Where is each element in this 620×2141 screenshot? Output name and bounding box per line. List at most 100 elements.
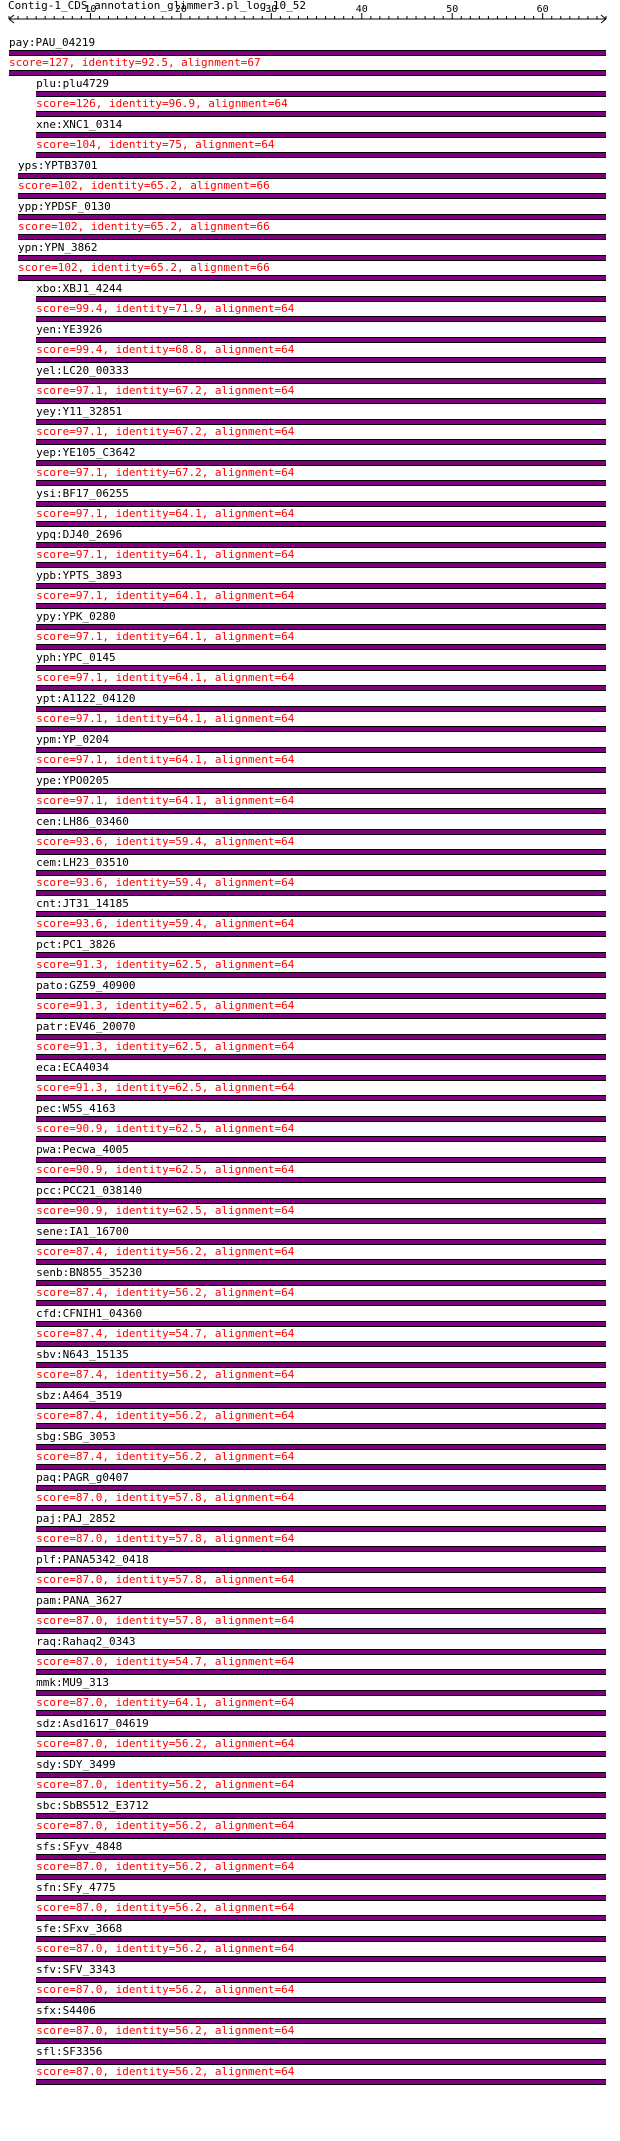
hit-name: sfs:SFyv_4848 xyxy=(36,1840,123,1853)
hit-score-text: score=97.1, identity=67.2, alignment=64 xyxy=(36,384,295,397)
hit-bar-lower[interactable] xyxy=(36,1095,606,1101)
hit-name: sdy:SDY_3499 xyxy=(36,1758,116,1771)
hit-bar-lower[interactable] xyxy=(36,1956,606,1962)
hit-score-text: score=87.4, identity=56.2, alignment=64 xyxy=(36,1245,295,1258)
hit-score-text: score=97.1, identity=64.1, alignment=64 xyxy=(36,507,295,520)
hit-bar-lower[interactable] xyxy=(36,2079,606,2085)
hit-name: ypm:YP_0204 xyxy=(36,733,109,746)
hit-bar-lower[interactable] xyxy=(36,1423,606,1429)
hit-bar-lower[interactable] xyxy=(36,111,606,117)
hit-bar-lower[interactable] xyxy=(36,1546,606,1552)
hit-bar-lower[interactable] xyxy=(36,439,606,445)
hit-bar-lower[interactable] xyxy=(36,972,606,978)
hit-bar-lower[interactable] xyxy=(36,603,606,609)
hit-score-text: score=87.0, identity=57.8, alignment=64 xyxy=(36,1614,295,1627)
hit-bar-lower[interactable] xyxy=(36,2038,606,2044)
hit-bar-lower[interactable] xyxy=(36,1792,606,1798)
hit-bar-lower[interactable] xyxy=(36,152,606,158)
hit-name: sbv:N643_15135 xyxy=(36,1348,129,1361)
hit-name: xbo:XBJ1_4244 xyxy=(36,282,123,295)
hit-bar-lower[interactable] xyxy=(36,1300,606,1306)
hit-score-text: score=87.0, identity=56.2, alignment=64 xyxy=(36,1819,295,1832)
hit-bar-lower[interactable] xyxy=(36,1628,606,1634)
hit-score-text: score=90.9, identity=62.5, alignment=64 xyxy=(36,1163,295,1176)
hit-bar-lower[interactable] xyxy=(36,1136,606,1142)
hit-score-text: score=87.4, identity=56.2, alignment=64 xyxy=(36,1286,295,1299)
hit-score-text: score=104, identity=75, alignment=64 xyxy=(36,138,275,151)
hit-bar-lower[interactable] xyxy=(36,1505,606,1511)
hit-bar-lower[interactable] xyxy=(36,1218,606,1224)
hit-bar-lower[interactable] xyxy=(36,931,606,937)
hit-bar-lower[interactable] xyxy=(36,1874,606,1880)
hit-score-text: score=87.0, identity=56.2, alignment=64 xyxy=(36,2024,295,2037)
hit-bar-lower[interactable] xyxy=(36,849,606,855)
hit-name: sbg:SBG_3053 xyxy=(36,1430,116,1443)
hit-score-text: score=97.1, identity=64.1, alignment=64 xyxy=(36,630,295,643)
hit-name: yey:Y11_32851 xyxy=(36,405,123,418)
hit-score-text: score=93.6, identity=59.4, alignment=64 xyxy=(36,876,295,889)
hit-name: raq:Rahaq2_0343 xyxy=(36,1635,136,1648)
hit-score-text: score=97.1, identity=64.1, alignment=64 xyxy=(36,712,295,725)
hit-bar-lower[interactable] xyxy=(36,1382,606,1388)
hit-name: patr:EV46_20070 xyxy=(36,1020,136,1033)
hit-bar-lower[interactable] xyxy=(18,193,606,199)
hit-bar-lower[interactable] xyxy=(36,1587,606,1593)
hit-bar-lower[interactable] xyxy=(36,726,606,732)
hit-bar-lower[interactable] xyxy=(36,808,606,814)
hit-bar-lower[interactable] xyxy=(36,1833,606,1839)
hit-bar-lower[interactable] xyxy=(36,1054,606,1060)
hit-bar-lower[interactable] xyxy=(36,1259,606,1265)
hit-score-text: score=87.4, identity=56.2, alignment=64 xyxy=(36,1450,295,1463)
hit-score-text: score=87.0, identity=57.8, alignment=64 xyxy=(36,1573,295,1586)
hit-bar-lower[interactable] xyxy=(36,1013,606,1019)
hit-bar-lower[interactable] xyxy=(36,644,606,650)
hit-name: ypt:A1122_04120 xyxy=(36,692,136,705)
hit-score-text: score=91.3, identity=62.5, alignment=64 xyxy=(36,1040,295,1053)
hit-bar-lower[interactable] xyxy=(36,1997,606,2003)
hit-bar-lower[interactable] xyxy=(36,521,606,527)
hit-bar-lower[interactable] xyxy=(36,1464,606,1470)
hit-score-text: score=87.0, identity=56.2, alignment=64 xyxy=(36,1942,295,1955)
hit-bar-lower[interactable] xyxy=(9,70,606,76)
hit-name: senb:BN855_35230 xyxy=(36,1266,143,1279)
hit-bar-lower[interactable] xyxy=(18,275,606,281)
hit-bar-lower[interactable] xyxy=(36,1710,606,1716)
hit-bar-lower[interactable] xyxy=(36,562,606,568)
hit-score-text: score=87.0, identity=56.2, alignment=64 xyxy=(36,2065,295,2078)
hit-bar-lower[interactable] xyxy=(36,767,606,773)
hit-bar-lower[interactable] xyxy=(36,1177,606,1183)
hit-name: pay:PAU_04219 xyxy=(9,36,96,49)
hit-name: mmk:MU9_313 xyxy=(36,1676,109,1689)
hit-bar-lower[interactable] xyxy=(36,398,606,404)
hit-name: sfl:SF3356 xyxy=(36,2045,103,2058)
hit-name: ypn:YPN_3862 xyxy=(18,241,98,254)
hit-bar-lower[interactable] xyxy=(18,234,606,240)
hit-bar-lower[interactable] xyxy=(36,1915,606,1921)
hit-name: ypp:YPDSF_0130 xyxy=(18,200,111,213)
hit-name: cem:LH23_03510 xyxy=(36,856,129,869)
hit-bar-lower[interactable] xyxy=(36,890,606,896)
hit-bar-lower[interactable] xyxy=(36,1751,606,1757)
hit-name: ype:YPO0205 xyxy=(36,774,109,787)
hit-name: paj:PAJ_2852 xyxy=(36,1512,116,1525)
hit-score-text: score=87.0, identity=56.2, alignment=64 xyxy=(36,1860,295,1873)
hit-bar-lower[interactable] xyxy=(36,480,606,486)
hit-name: cfd:CFNIH1_04360 xyxy=(36,1307,143,1320)
hit-bar-lower[interactable] xyxy=(36,1341,606,1347)
hit-score-text: score=126, identity=96.9, alignment=64 xyxy=(36,97,288,110)
hit-score-text: score=91.3, identity=62.5, alignment=64 xyxy=(36,1081,295,1094)
hit-bar-lower[interactable] xyxy=(36,685,606,691)
hit-name: sbz:A464_3519 xyxy=(36,1389,123,1402)
hit-name: cnt:JT31_14185 xyxy=(36,897,129,910)
hit-bar-lower[interactable] xyxy=(36,357,606,363)
hit-name: ypb:YPTS_3893 xyxy=(36,569,123,582)
hit-name: sfx:S4406 xyxy=(36,2004,96,2017)
hit-bar-lower[interactable] xyxy=(36,1669,606,1675)
hit-bar-lower[interactable] xyxy=(36,316,606,322)
hit-name: pato:GZ59_40900 xyxy=(36,979,136,992)
hit-name: pwa:Pecwa_4005 xyxy=(36,1143,129,1156)
hit-name: paq:PAGR_g0407 xyxy=(36,1471,129,1484)
hit-list: pay:PAU_04219 score=127, identity=92.5, a… xyxy=(0,0,620,2141)
hit-name: sfv:SFV_3343 xyxy=(36,1963,116,1976)
hit-score-text: score=87.0, identity=56.2, alignment=64 xyxy=(36,1737,295,1750)
